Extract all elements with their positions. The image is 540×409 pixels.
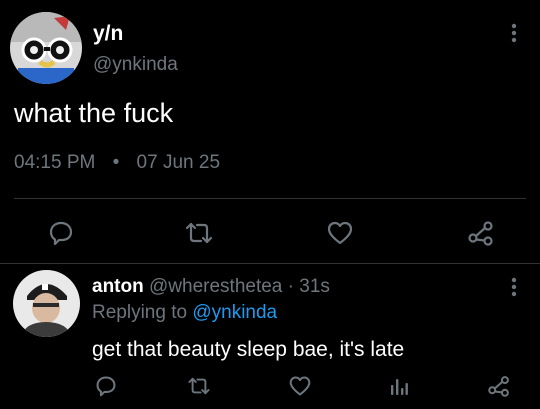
divider-top — [14, 198, 526, 199]
replying-to-handle[interactable]: @ynkinda — [192, 302, 277, 323]
replying-to-label: Replying to — [92, 302, 188, 323]
main-handle[interactable]: @ynkinda — [93, 54, 178, 76]
reply-dot: · — [287, 276, 294, 297]
like-icon[interactable] — [325, 219, 355, 247]
reply-header: anton @wheresthetea · 31s — [92, 276, 330, 298]
reply-text: get that beauty sleep bae, it's late — [92, 338, 405, 361]
reply-more-vertical-icon[interactable] — [504, 276, 524, 298]
retweet-icon[interactable] — [184, 219, 214, 247]
more-vertical-icon[interactable] — [504, 22, 524, 44]
tweet-time: 04:15 PM — [14, 152, 96, 173]
reply-share-icon[interactable] — [486, 374, 512, 398]
replying-to: Replying to @ynkinda — [92, 302, 277, 324]
reply-display-name[interactable]: anton — [92, 276, 144, 297]
main-tweet-text: what the fuck — [14, 98, 174, 128]
share-icon[interactable] — [466, 219, 496, 247]
analytics-icon[interactable] — [387, 374, 411, 398]
reply-like-icon[interactable] — [287, 374, 313, 398]
tweet-timestamp: 04:15 PM • 07 Jun 25 — [14, 152, 220, 174]
reply-age: 31s — [299, 276, 330, 297]
reply-icon[interactable] — [47, 219, 75, 247]
reply-avatar-image — [13, 270, 80, 337]
reply-reply-icon[interactable] — [94, 374, 118, 398]
main-display-name[interactable]: y/n — [93, 22, 123, 46]
reply-handle[interactable]: @wheresthetea — [149, 276, 282, 297]
tweet-date: 07 Jun 25 — [136, 152, 221, 173]
reply-avatar[interactable] — [13, 270, 80, 337]
divider-bottom — [0, 263, 540, 264]
reply-retweet-icon[interactable] — [186, 374, 212, 398]
timestamp-separator: • — [112, 152, 120, 173]
avatar-image — [10, 12, 82, 84]
main-avatar[interactable] — [10, 12, 82, 84]
